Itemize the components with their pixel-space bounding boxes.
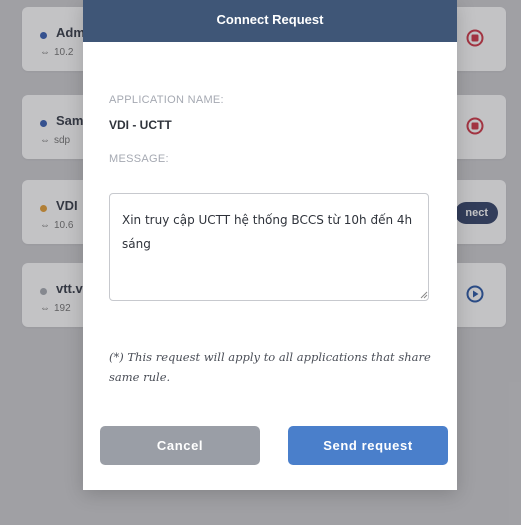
connect-request-dialog: Connect Request APPLICATION NAME: VDI - … [83, 0, 457, 490]
cancel-button[interactable]: Cancel [100, 426, 260, 465]
message-label: MESSAGE: [109, 153, 169, 165]
resize-handle-icon[interactable] [420, 291, 428, 299]
application-name-value: VDI - UCTT [109, 118, 172, 132]
dialog-title: Connect Request [83, 0, 457, 42]
message-textarea[interactable]: Xin truy cập UCTT hệ thống BCCS từ 10h đ… [109, 193, 429, 301]
application-name-label: APPLICATION NAME: [109, 94, 224, 106]
send-request-button[interactable]: Send request [288, 426, 448, 465]
apply-rule-note: (*) This request will apply to all appli… [109, 350, 431, 384]
